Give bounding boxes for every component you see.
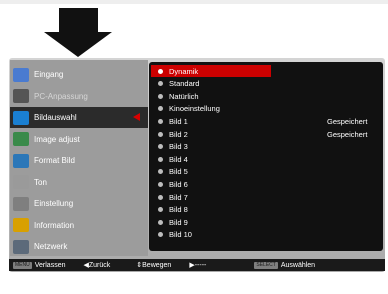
image-mode-label: Bild 10 xyxy=(169,230,192,240)
radio-dot-icon xyxy=(158,181,163,187)
image-mode-label: Bild 4 xyxy=(169,154,188,164)
image-mode-item[interactable]: Bild 2 Gespeichert xyxy=(149,128,383,140)
image-mode-label: Bild 5 xyxy=(169,167,188,177)
sidebar-item-netzwerk[interactable]: Netzwerk xyxy=(10,236,148,257)
image-mode-item[interactable]: Bild 8 xyxy=(149,204,383,216)
image-mode-item[interactable]: Bild 6 xyxy=(149,178,383,190)
footer-select[interactable]: Auswählen xyxy=(281,262,315,269)
sidebar-item-label: Bildauswahl xyxy=(34,113,77,122)
network-icon xyxy=(13,239,29,254)
radio-dot-icon xyxy=(158,131,163,137)
sidebar-item-eingang[interactable]: Eingang xyxy=(10,64,148,85)
sidebar-item-einstellung[interactable]: Einstellung xyxy=(10,193,148,214)
select-key-icon: SELECT xyxy=(254,262,278,269)
image-mode-item[interactable]: Standard xyxy=(149,78,383,90)
radio-dot-icon xyxy=(158,118,163,124)
radio-dot-icon xyxy=(158,219,163,225)
sidebar-item-label: Information xyxy=(34,220,75,230)
radio-dot-icon xyxy=(158,106,163,112)
image-mode-item[interactable]: Natürlich xyxy=(149,90,383,102)
sidebar-item-format-bild[interactable]: Format Bild xyxy=(10,150,148,171)
image-adjust-icon xyxy=(13,132,29,146)
radio-dot-icon xyxy=(158,207,163,213)
sidebar-item-ton[interactable]: Ton xyxy=(10,172,148,193)
sidebar-item-label: Format Bild xyxy=(34,156,75,165)
sidebar-item-label: Netzwerk xyxy=(34,242,68,251)
footer-right[interactable]: ▶----- xyxy=(189,261,206,269)
image-mode-label: Bild 6 xyxy=(169,179,188,189)
footer-bar: MENU Verlassen ◀Zurück ⇕Bewegen ▶----- S… xyxy=(9,259,385,271)
sidebar-item-pc-anpassung[interactable]: PC-Anpassung xyxy=(10,86,148,107)
image-mode-item[interactable]: Dynamik xyxy=(151,65,271,77)
image-mode-label: Bild 2 xyxy=(169,129,188,139)
down-arrow-icon xyxy=(0,0,388,57)
radio-dot-icon xyxy=(158,232,163,238)
information-icon xyxy=(13,218,29,232)
image-mode-item[interactable]: Bild 1 Gespeichert xyxy=(149,115,383,127)
radio-dot-icon xyxy=(158,169,163,175)
setting-icon xyxy=(13,196,29,211)
image-mode-label: Bild 7 xyxy=(169,192,188,202)
active-pointer-icon xyxy=(133,113,140,121)
sidebar-item-image-adjust[interactable]: Image adjust xyxy=(10,129,148,150)
image-mode-label: Bild 1 xyxy=(169,116,188,126)
image-mode-item[interactable]: Bild 10 xyxy=(149,229,383,241)
image-mode-label: Dynamik xyxy=(169,66,199,76)
image-mode-status: Gespeichert xyxy=(327,129,368,139)
sidebar-item-label: Ton xyxy=(34,177,47,187)
image-mode-item[interactable]: Kinoeinstellung xyxy=(149,103,383,115)
footer-back[interactable]: ◀Zurück xyxy=(83,261,110,269)
image-mode-label: Bild 3 xyxy=(169,142,188,152)
image-mode-label: Natürlich xyxy=(169,91,199,101)
image-mode-status: Gespeichert xyxy=(327,116,368,126)
image-mode-label: Bild 8 xyxy=(169,205,188,215)
radio-dot-icon xyxy=(158,93,163,99)
radio-dot-icon xyxy=(158,68,163,74)
sidebar-item-bildauswahl[interactable]: Bildauswahl xyxy=(10,107,148,128)
image-mode-item[interactable]: Bild 4 xyxy=(149,153,383,165)
pc-adjust-icon xyxy=(13,89,29,103)
image-mode-label: Bild 9 xyxy=(169,217,188,227)
footer-move[interactable]: ⇕Bewegen xyxy=(136,261,171,269)
sidebar-item-label: Eingang xyxy=(34,70,64,79)
image-mode-item[interactable]: Bild 3 xyxy=(149,141,383,153)
radio-dot-icon xyxy=(158,156,163,162)
image-mode-item[interactable]: Bild 5 xyxy=(149,166,383,178)
radio-dot-icon xyxy=(158,81,163,87)
input-icon xyxy=(13,67,29,82)
image-mode-item[interactable]: Bild 9 xyxy=(149,216,383,228)
sidebar-item-label: PC-Anpassung xyxy=(34,91,88,101)
menu-key-icon: MENU xyxy=(13,262,32,269)
image-mode-label: Standard xyxy=(169,79,200,89)
sidebar-item-information[interactable]: Information xyxy=(10,215,148,236)
image-select-icon xyxy=(13,110,29,125)
screen-format-icon xyxy=(13,153,29,168)
radio-dot-icon xyxy=(158,144,163,150)
sidebar-item-label: Einstellung xyxy=(34,199,74,208)
image-mode-label: Kinoeinstellung xyxy=(169,104,220,114)
footer-exit[interactable]: Verlassen xyxy=(35,262,66,269)
image-mode-item[interactable]: Bild 7 xyxy=(149,191,383,203)
sound-icon xyxy=(13,175,29,189)
sidebar-item-label: Image adjust xyxy=(34,134,80,144)
radio-dot-icon xyxy=(158,194,163,200)
